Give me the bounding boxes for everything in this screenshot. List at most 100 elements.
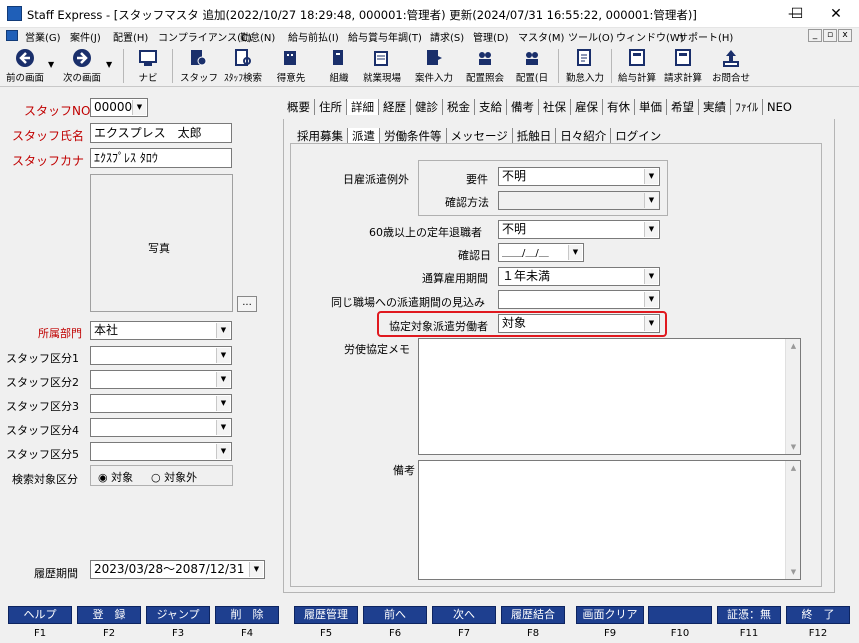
menu-haichi[interactable]: 配置(H) — [113, 29, 148, 44]
biko-scrollbar[interactable]: ▲ ▼ — [785, 461, 800, 579]
tab-gaiyo[interactable]: 概要 — [283, 99, 315, 115]
menu-compliance[interactable]: コンプライアンス(C) — [158, 29, 252, 44]
f10-button[interactable] — [648, 606, 712, 624]
menu-kyuyo-maebarai[interactable]: 給与前払(I) — [288, 29, 339, 44]
tab-biko[interactable]: 備考 — [507, 99, 539, 115]
period-select[interactable]: 2023/03/28～2087/12/31 ▼ — [90, 560, 265, 579]
tab-file[interactable]: ﾌｧｲﾙ — [731, 99, 763, 115]
navi-button[interactable]: ナビ — [133, 48, 163, 84]
kakunin-houhou-select[interactable]: ▼ — [498, 191, 660, 210]
tab-login[interactable]: ログイン — [611, 128, 665, 144]
toolbar: 前の画面 ▼ 次の画面 ▼ ナビ スタッフ ｽﾀｯﾌ検索 得意先 組織 就業現場… — [0, 45, 859, 87]
seikyu-keisan-button[interactable]: 請求計算 — [661, 48, 705, 84]
tab-neo[interactable]: NEO — [763, 100, 796, 114]
scroll-up-icon[interactable]: ▲ — [786, 461, 801, 475]
close-button[interactable]: ✕ — [814, 2, 858, 26]
memo-textarea[interactable]: ▲ ▼ — [418, 338, 801, 455]
tab-shosai[interactable]: 詳細 — [347, 99, 379, 115]
forward-dropdown-icon[interactable]: ▼ — [106, 60, 112, 69]
tab-hibi-shokai[interactable]: 日々紹介 — [556, 128, 612, 144]
soshiki-button[interactable]: 組織 — [321, 48, 357, 84]
f9-clear-button[interactable]: 画面クリア — [576, 606, 644, 624]
tab-saiyo-boshu[interactable]: 採用募集 — [293, 128, 348, 144]
f7-next-button[interactable]: 次へ — [432, 606, 496, 624]
menu-tool[interactable]: ツール(O) — [568, 29, 614, 44]
tab-kibo[interactable]: 希望 — [667, 99, 699, 115]
tab-keireki[interactable]: 経歴 — [379, 99, 411, 115]
tab-teishokubi[interactable]: 抵触日 — [513, 128, 557, 144]
memo-scrollbar[interactable]: ▲ ▼ — [785, 339, 800, 454]
scroll-up-icon[interactable]: ▲ — [786, 339, 801, 353]
f11-evidence-button[interactable]: 証憑：無 — [717, 606, 781, 624]
tab-tanka[interactable]: 単価 — [635, 99, 667, 115]
staff-name-field[interactable]: エクスプレス 太郎 — [90, 123, 232, 143]
radio-taishogai[interactable]: ○ 対象外 — [151, 469, 197, 485]
staff-kubun4-select[interactable]: ▼ — [90, 418, 232, 437]
menu-kyuyo-shoyo[interactable]: 給与賞与年調(T) — [348, 29, 422, 44]
staff-kubun5-select[interactable]: ▼ — [90, 442, 232, 461]
menu-support[interactable]: サポート(H) — [678, 29, 733, 44]
staff-button[interactable]: スタッフ — [180, 48, 218, 84]
f1-help-button[interactable]: ヘルプ — [8, 606, 72, 624]
photo-box[interactable]: 写真 — [90, 174, 233, 312]
mdi-minimize-button[interactable]: _ — [808, 29, 822, 42]
back-dropdown-icon[interactable]: ▼ — [48, 60, 54, 69]
tsusan-select[interactable]: １年未満 ▼ — [498, 267, 660, 286]
tab-jusho[interactable]: 住所 — [315, 99, 347, 115]
staff-search-button[interactable]: ｽﾀｯﾌ検索 — [220, 48, 266, 84]
photo-browse-button[interactable]: ... — [237, 296, 257, 312]
f8-merge-button[interactable]: 履歴結合 — [501, 606, 565, 624]
otoiawase-button[interactable]: お問合せ — [709, 48, 753, 84]
menu-master[interactable]: マスタ(M) — [518, 29, 564, 44]
mdi-restore-button[interactable]: ▫ — [823, 29, 837, 42]
menu-anken[interactable]: 案件(J) — [70, 29, 101, 44]
anken-input-button[interactable]: 案件入力 — [412, 48, 456, 84]
tab-shikyu[interactable]: 支給 — [475, 99, 507, 115]
scroll-down-icon[interactable]: ▼ — [786, 440, 801, 454]
menu-window[interactable]: ウィンドウ(W) — [616, 29, 684, 44]
kakunin-date-picker[interactable]: ＿＿/＿/＿ ▼ — [498, 243, 584, 262]
tab-message[interactable]: メッセージ — [447, 128, 513, 144]
tab-yukyu[interactable]: 有休 — [603, 99, 635, 115]
tab-rodo-joken[interactable]: 労働条件等 — [380, 128, 447, 144]
scroll-down-icon[interactable]: ▼ — [786, 565, 801, 579]
menu-kintai[interactable]: 勤怠(N) — [240, 29, 275, 44]
staff-no-select[interactable]: 000004 ▼ — [90, 98, 148, 117]
f4-delete-button[interactable]: 削 除 — [215, 606, 279, 624]
tab-kenshin[interactable]: 健診 — [411, 99, 443, 115]
staff-kubun1-select[interactable]: ▼ — [90, 346, 232, 365]
menu-kanri[interactable]: 管理(D) — [473, 29, 509, 44]
staff-kubun3-select[interactable]: ▼ — [90, 394, 232, 413]
biko-textarea[interactable]: ▲ ▼ — [418, 460, 801, 580]
staff-kana-field[interactable]: ｴｸｽﾌﾟﾚｽ ﾀﾛｳ — [90, 148, 232, 168]
haichi-shokai-button[interactable]: 配置照会 — [463, 48, 507, 84]
tab-zeikin[interactable]: 税金 — [443, 99, 475, 115]
tokuisaki-button[interactable]: 得意先 — [273, 48, 309, 84]
dept-select[interactable]: 本社 ▼ — [90, 321, 232, 340]
f6-prev-button[interactable]: 前へ — [363, 606, 427, 624]
kyuyo-keisan-button[interactable]: 給与計算 — [615, 48, 659, 84]
forward-button[interactable]: 次の画面 — [60, 48, 104, 84]
staff-kubun2-select[interactable]: ▼ — [90, 370, 232, 389]
back-button[interactable]: 前の画面 — [3, 48, 47, 84]
f3-jump-button[interactable]: ジャンプ — [146, 606, 210, 624]
mikomi-select[interactable]: ▼ — [498, 290, 660, 309]
radio-taisho[interactable]: ◉ 対象 — [98, 469, 133, 485]
tab-jisseki[interactable]: 実績 — [699, 99, 731, 115]
f5-history-button[interactable]: 履歴管理 — [294, 606, 358, 624]
maximize-button[interactable]: ☐ — [775, 2, 819, 26]
kintai-input-button[interactable]: 勤怠入力 — [563, 48, 607, 84]
tab-koho[interactable]: 雇保 — [571, 99, 603, 115]
shugyo-genba-button[interactable]: 就業現場 — [360, 48, 404, 84]
f12-exit-button[interactable]: 終 了 — [786, 606, 850, 624]
youken-select[interactable]: 不明 ▼ — [498, 167, 660, 186]
menu-seikyu[interactable]: 請求(S) — [430, 29, 464, 44]
haichi-day-button[interactable]: 配置(日 — [512, 48, 552, 84]
mdi-close-button[interactable]: x — [838, 29, 852, 42]
chevron-down-icon: ▼ — [216, 396, 230, 411]
tab-haken[interactable]: 派遣 — [348, 128, 380, 144]
over60-select[interactable]: 不明 ▼ — [498, 220, 660, 239]
f2-register-button[interactable]: 登 録 — [77, 606, 141, 624]
tab-shaho[interactable]: 社保 — [539, 99, 571, 115]
menu-eigyo[interactable]: 営業(G) — [25, 29, 61, 44]
